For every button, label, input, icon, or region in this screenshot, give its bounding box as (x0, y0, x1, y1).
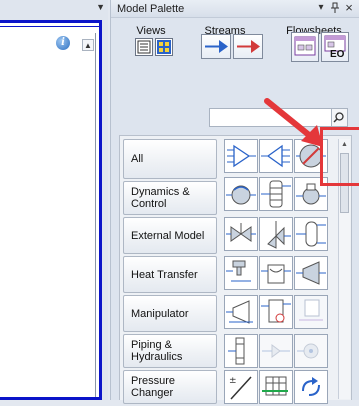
set-tile[interactable] (294, 295, 328, 329)
category-label: Pressure Changer (131, 375, 176, 399)
scroll-up-icon[interactable]: ▲ (82, 39, 94, 51)
heat-exchanger-icon (261, 264, 291, 284)
material-stream-button[interactable] (201, 34, 231, 59)
splitter-tile[interactable] (259, 139, 293, 173)
energy-stream-button[interactable] (233, 34, 263, 59)
pump-icon (226, 185, 256, 205)
category-all[interactable]: All (123, 139, 217, 179)
cooler-icon (226, 260, 251, 282)
mixer-tile[interactable] (224, 139, 258, 173)
category-external-model[interactable]: External Model (123, 217, 217, 254)
pump-tile[interactable] (224, 177, 258, 211)
sub-flowsheet-button[interactable] (291, 32, 319, 62)
cooler-tile[interactable] (224, 256, 258, 290)
category-label: Heat Transfer (131, 268, 198, 281)
relief-valve-icon (267, 221, 291, 249)
model-palette: Model Palette ▾ × Views Streams Flowshee… (110, 0, 359, 404)
category-manipulator[interactable]: Manipulator (123, 295, 217, 332)
icon-view-icon (157, 40, 171, 54)
compressor-icon (296, 183, 326, 205)
heater-tile[interactable] (294, 139, 328, 173)
splitter-icon (261, 144, 290, 168)
column-icon (261, 180, 291, 208)
search-input[interactable] (209, 108, 332, 127)
tee-icon (226, 300, 253, 324)
category-label: External Model (131, 229, 205, 242)
scroll-up-icon[interactable]: ▲ (339, 139, 350, 151)
flowsheet-dropdown-icon[interactable]: ▼ (96, 2, 105, 12)
pressure-changer-icon: ± (229, 376, 252, 400)
valve-icon (226, 223, 256, 242)
category-label: All (131, 153, 144, 165)
recycle-tile[interactable] (294, 370, 328, 404)
spreadsheet-icon (262, 376, 288, 396)
category-label: Dynamics & Control (131, 186, 190, 210)
reactor-icon (261, 299, 291, 323)
list-view-button[interactable] (135, 38, 153, 56)
scrollbar-thumb[interactable] (340, 153, 349, 213)
eo-label: EO (330, 49, 345, 60)
category-heat-transfer[interactable]: Heat Transfer (123, 256, 217, 293)
heat-exchanger-tile[interactable] (259, 256, 293, 290)
pipe-icon (228, 337, 245, 365)
reactor-tile[interactable] (259, 295, 293, 329)
expander-tile[interactable] (294, 256, 328, 290)
palette-header: Model Palette ▾ × (111, 0, 359, 18)
palette-content: All Dynamics & Control External Model He… (119, 135, 352, 404)
separator-icon (296, 221, 326, 247)
column-tile[interactable] (259, 177, 293, 211)
flowsheet-titlebar: ▼ (0, 0, 108, 16)
palette-scrollbar[interactable]: ▲ (338, 139, 350, 399)
compressor-tile[interactable] (294, 177, 328, 211)
energy-stream-icon (237, 40, 260, 53)
pipe-fitting-icon (297, 343, 319, 359)
palette-dropdown-icon[interactable]: ▾ (315, 2, 327, 13)
flowsheet-canvas[interactable]: ▲ (0, 20, 102, 400)
expander-icon (296, 261, 326, 285)
valve-tile[interactable] (224, 217, 258, 251)
views-label: Views (136, 25, 166, 37)
search-button[interactable] (332, 108, 348, 127)
close-icon[interactable]: × (343, 0, 355, 15)
material-stream-icon (205, 40, 228, 53)
spreadsheet-tile[interactable] (259, 370, 293, 404)
separator-tile[interactable] (294, 217, 328, 251)
recycle-icon (302, 377, 320, 396)
palette-title: Model Palette (117, 3, 185, 15)
flowsheet-pane: ▼ ▲ i (0, 0, 108, 400)
icon-view-button[interactable] (155, 38, 173, 56)
canvas-top-line (0, 26, 99, 27)
svg-text:±: ± (229, 376, 237, 386)
mixer-icon (227, 144, 256, 168)
pipe-tile[interactable] (224, 334, 258, 368)
category-dynamics-control[interactable]: Dynamics & Control (123, 181, 217, 215)
search-icon (333, 112, 344, 123)
category-piping-hydraulics[interactable]: Piping & Hydraulics (123, 334, 217, 368)
pipe-segment-icon (262, 344, 290, 358)
category-label: Piping & Hydraulics (131, 339, 183, 363)
heater-icon (296, 144, 326, 168)
info-icon[interactable]: i (56, 36, 70, 50)
eo-sub-flowsheet-button[interactable]: EO (321, 32, 349, 62)
pin-icon[interactable] (329, 2, 341, 17)
pipe-segment-tile[interactable] (259, 334, 293, 368)
tee-tile[interactable] (224, 295, 258, 329)
sub-flowsheet-icon (294, 36, 316, 56)
category-pressure-changer[interactable]: Pressure Changer (123, 370, 217, 404)
relief-valve-tile[interactable] (259, 217, 293, 251)
canvas-scrollbar-track[interactable] (95, 33, 96, 397)
category-label: Manipulator (131, 307, 189, 320)
pipe-fitting-tile[interactable] (294, 334, 328, 368)
list-view-icon (137, 40, 151, 54)
pressure-changer-tile[interactable]: ± (224, 370, 258, 404)
set-icon (299, 299, 323, 321)
